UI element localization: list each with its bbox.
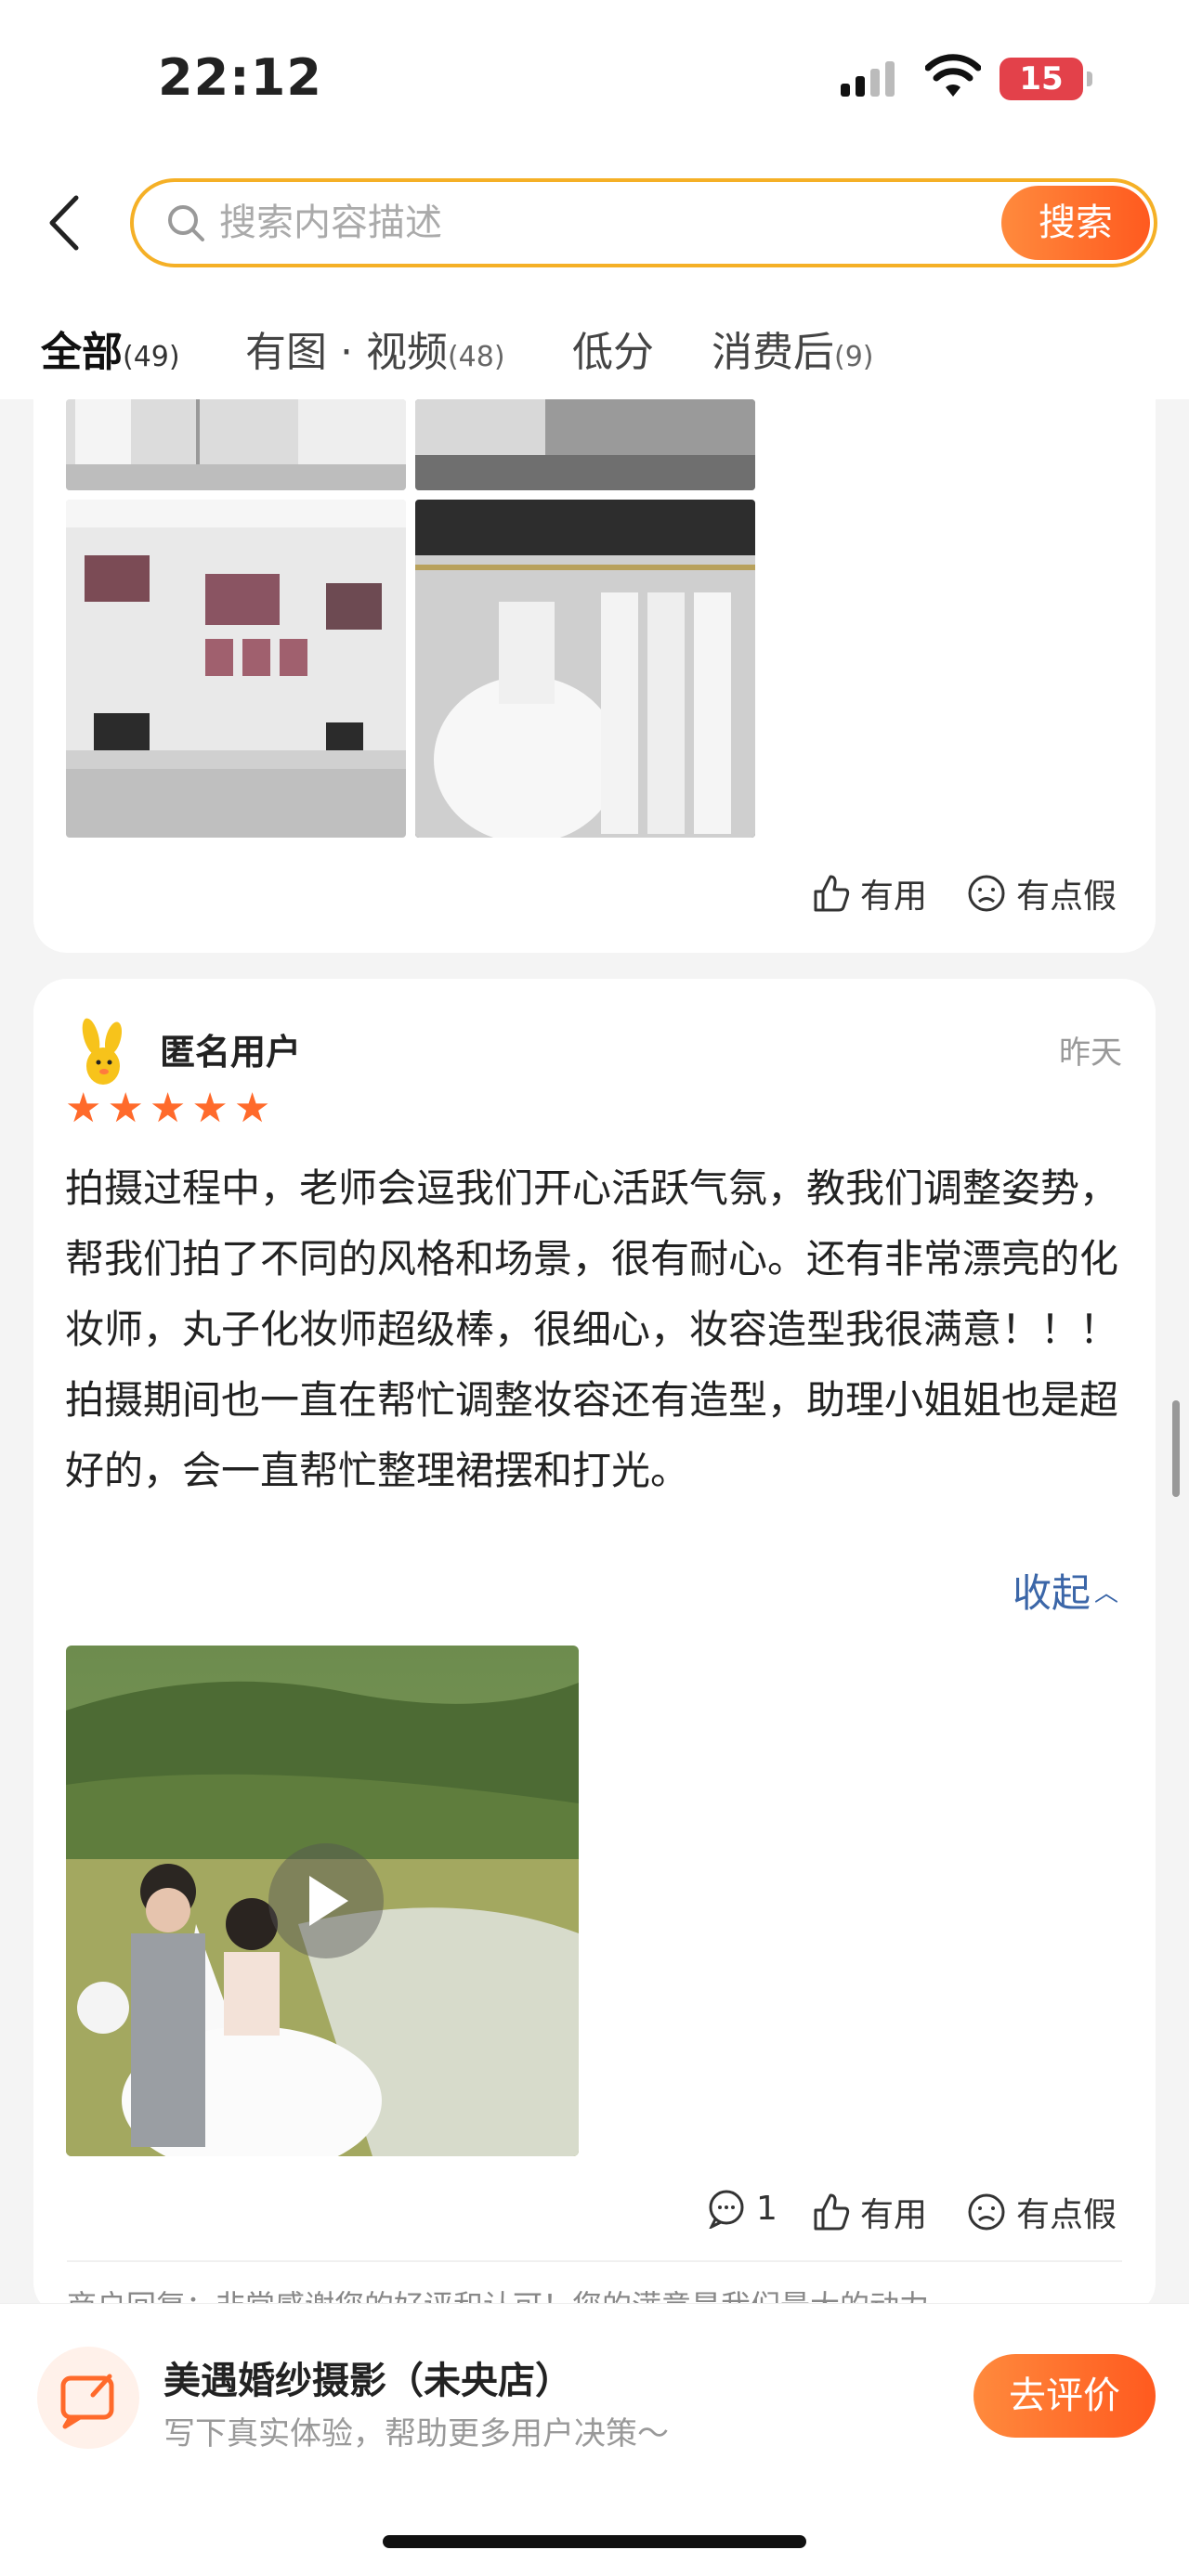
fake-label: 有点假 (1016, 878, 1117, 916)
rating-stars: ★ ★ ★ ★ ★ (65, 1088, 270, 1129)
helpful-button[interactable]: 有用 (810, 2188, 927, 2236)
status-bar: 22:12 15 (0, 0, 1189, 158)
shop-subtitle: 写下真实体验，帮助更多用户决策～ (163, 2415, 669, 2452)
search-icon (168, 205, 204, 241)
scrollbar[interactable] (1172, 1400, 1180, 1497)
shop-name: 美遇婚纱摄影（未央店） (163, 2360, 572, 2402)
tab-count: (48) (447, 341, 505, 373)
collapse-button[interactable]: 收起 ︿ (1013, 1562, 1118, 1619)
comments-button[interactable]: 1 (706, 2188, 777, 2229)
tab-low-score[interactable]: 低分 (572, 319, 654, 378)
helpful-button[interactable]: 有用 (810, 869, 927, 917)
tab-count: (49) (123, 341, 180, 373)
review-text: 拍摄过程中，老师会逗我们开心活跃气氛，教我们调整姿势，帮我们拍了不同的风格和场景… (65, 1165, 1119, 1493)
dress-photo-image (66, 399, 406, 490)
divider (67, 2260, 1122, 2262)
review-photo[interactable] (415, 500, 755, 838)
search-button[interactable]: 搜索 (1001, 186, 1150, 260)
frown-face-icon (968, 875, 1005, 912)
review-photo[interactable] (66, 500, 406, 838)
comment-count: 1 (756, 2189, 777, 2228)
fake-button[interactable]: 有点假 (966, 869, 1117, 917)
helpful-label: 有用 (860, 878, 928, 916)
review-photo[interactable] (415, 399, 755, 490)
avatar (82, 1018, 123, 1085)
wedding-couple-video-image (66, 1646, 579, 2156)
collapse-label: 收起 (1012, 1570, 1091, 1616)
status-time: 22:12 (158, 48, 322, 107)
search-box[interactable]: 搜索 (130, 178, 1157, 267)
review-username: 匿名用户 (160, 1032, 302, 1073)
home-indicator[interactable] (383, 2535, 806, 2548)
chevron-up-icon: ︿ (1093, 1580, 1118, 1607)
helpful-label: 有用 (860, 2196, 928, 2234)
battery-icon: 15 (1000, 58, 1092, 100)
frown-face-icon (968, 2193, 1005, 2231)
star-icon: ★ (149, 1085, 187, 1132)
star-icon: ★ (65, 1085, 102, 1132)
tab-count: (9) (834, 341, 874, 373)
comment-bubble-icon (709, 2190, 744, 2229)
write-review-icon (37, 2347, 139, 2449)
tab-label: 有图 · 视频 (245, 329, 448, 376)
signal-icon (841, 61, 895, 97)
review-card: 匿名用户 昨天 ★ ★ ★ ★ ★ 拍摄过程中，老师会逗我们开心活跃气氛，教我们… (33, 979, 1156, 2316)
tab-label: 低分 (572, 329, 654, 376)
fake-label: 有点假 (1016, 2196, 1117, 2234)
studio-floor-image (415, 399, 755, 490)
tab-all[interactable]: 全部(49) (41, 319, 180, 378)
thumbs-up-icon (814, 875, 850, 912)
fake-button[interactable]: 有点假 (966, 2188, 1117, 2236)
wifi-icon (925, 54, 981, 97)
review-video[interactable] (66, 1646, 579, 2156)
tab-label: 消费后 (712, 329, 834, 376)
review-date: 昨天 (1059, 1034, 1122, 1072)
star-icon: ★ (191, 1085, 229, 1132)
go-review-button[interactable]: 去评价 (973, 2354, 1156, 2438)
tab-photo-video[interactable]: 有图 · 视频(48) (245, 319, 505, 378)
tab-label: 全部 (41, 329, 123, 376)
star-icon: ★ (233, 1085, 271, 1132)
review-card-previous: 有用 有点假 (33, 371, 1156, 953)
search-header: 搜索 (0, 158, 1189, 293)
tab-after-purchase[interactable]: 消费后(9) (712, 319, 874, 378)
review-photo[interactable] (66, 399, 406, 490)
search-input[interactable] (219, 195, 1018, 251)
star-icon: ★ (107, 1085, 144, 1132)
back-arrow-icon[interactable] (41, 190, 87, 255)
wedding-dress-rack-image (415, 500, 755, 838)
studio-office-image (66, 500, 406, 838)
thumbs-up-icon (814, 2193, 850, 2231)
